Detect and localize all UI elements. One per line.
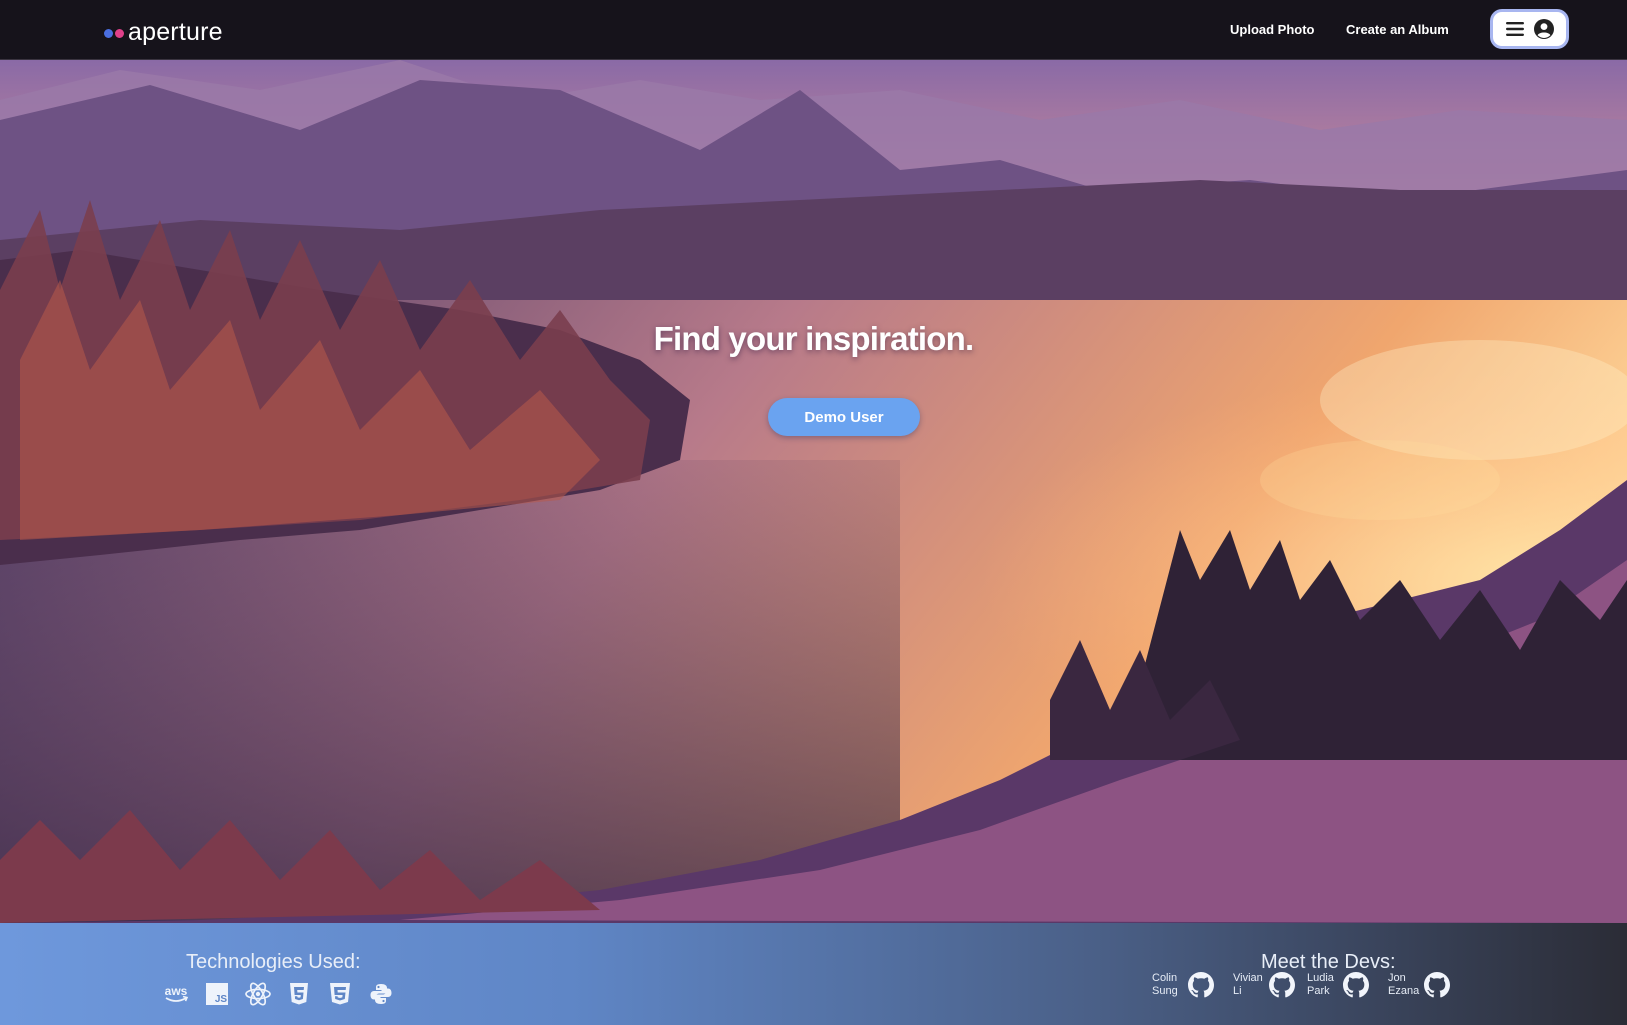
dev-last-name: Sung	[1152, 985, 1178, 997]
python-icon	[367, 980, 395, 1008]
logo-dot-blue	[104, 29, 113, 38]
github-icon	[1343, 972, 1369, 998]
aws-icon: aws	[162, 980, 190, 1008]
dev-last-name: Li	[1233, 985, 1242, 997]
dev-link-vivian-li[interactable]: Vivian Li	[1233, 972, 1295, 998]
footer: Technologies Used: aws JS Meet the Devs:…	[0, 923, 1627, 1025]
logo-mark	[104, 29, 124, 38]
user-circle-icon	[1533, 19, 1554, 39]
hamburger-menu-icon	[1505, 22, 1524, 36]
landscape-background-image	[0, 60, 1627, 923]
logo-dot-pink	[115, 29, 124, 38]
html5-icon	[285, 980, 313, 1008]
dev-name: Ludia Park	[1307, 972, 1339, 998]
dev-name: Vivian Li	[1233, 972, 1265, 998]
navbar: aperture Upload Photo Create an Album	[0, 0, 1627, 60]
technologies-heading: Technologies Used:	[186, 951, 361, 973]
create-album-link[interactable]: Create an Album	[1346, 22, 1449, 37]
dev-link-ludia-park[interactable]: Ludia Park	[1307, 972, 1369, 998]
dev-first-name: Colin	[1152, 972, 1178, 984]
hero-title: Find your inspiration.	[653, 320, 975, 357]
dev-last-name: Park	[1307, 985, 1330, 997]
javascript-icon: JS	[203, 980, 231, 1008]
dev-first-name: Vivian	[1233, 972, 1263, 984]
devs-heading: Meet the Devs:	[1261, 951, 1396, 973]
technologies-list: aws JS	[162, 980, 395, 1008]
profile-menu-button[interactable]	[1490, 9, 1569, 49]
dev-last-name: Ezana	[1388, 985, 1420, 997]
github-icon	[1188, 972, 1214, 998]
dev-name: Colin Sung	[1152, 972, 1184, 998]
demo-user-button[interactable]: Demo User	[768, 398, 920, 436]
hero-section: Find your inspiration. Demo User	[0, 60, 1627, 923]
dev-first-name: Jon	[1388, 972, 1406, 984]
upload-photo-link[interactable]: Upload Photo	[1230, 22, 1315, 37]
dev-name: Jon Ezana	[1388, 972, 1420, 998]
svg-text:aws: aws	[165, 984, 188, 998]
github-icon	[1269, 972, 1295, 998]
logo-link[interactable]: aperture	[104, 18, 223, 46]
github-icon	[1424, 972, 1450, 998]
dev-link-colin-sung[interactable]: Colin Sung	[1152, 972, 1214, 998]
react-icon	[244, 980, 272, 1008]
css3-icon	[326, 980, 354, 1008]
dev-link-jon-ezana[interactable]: Jon Ezana	[1388, 972, 1450, 998]
dev-first-name: Ludia	[1307, 972, 1334, 984]
logo-text: aperture	[128, 18, 223, 46]
svg-text:JS: JS	[215, 994, 228, 1005]
